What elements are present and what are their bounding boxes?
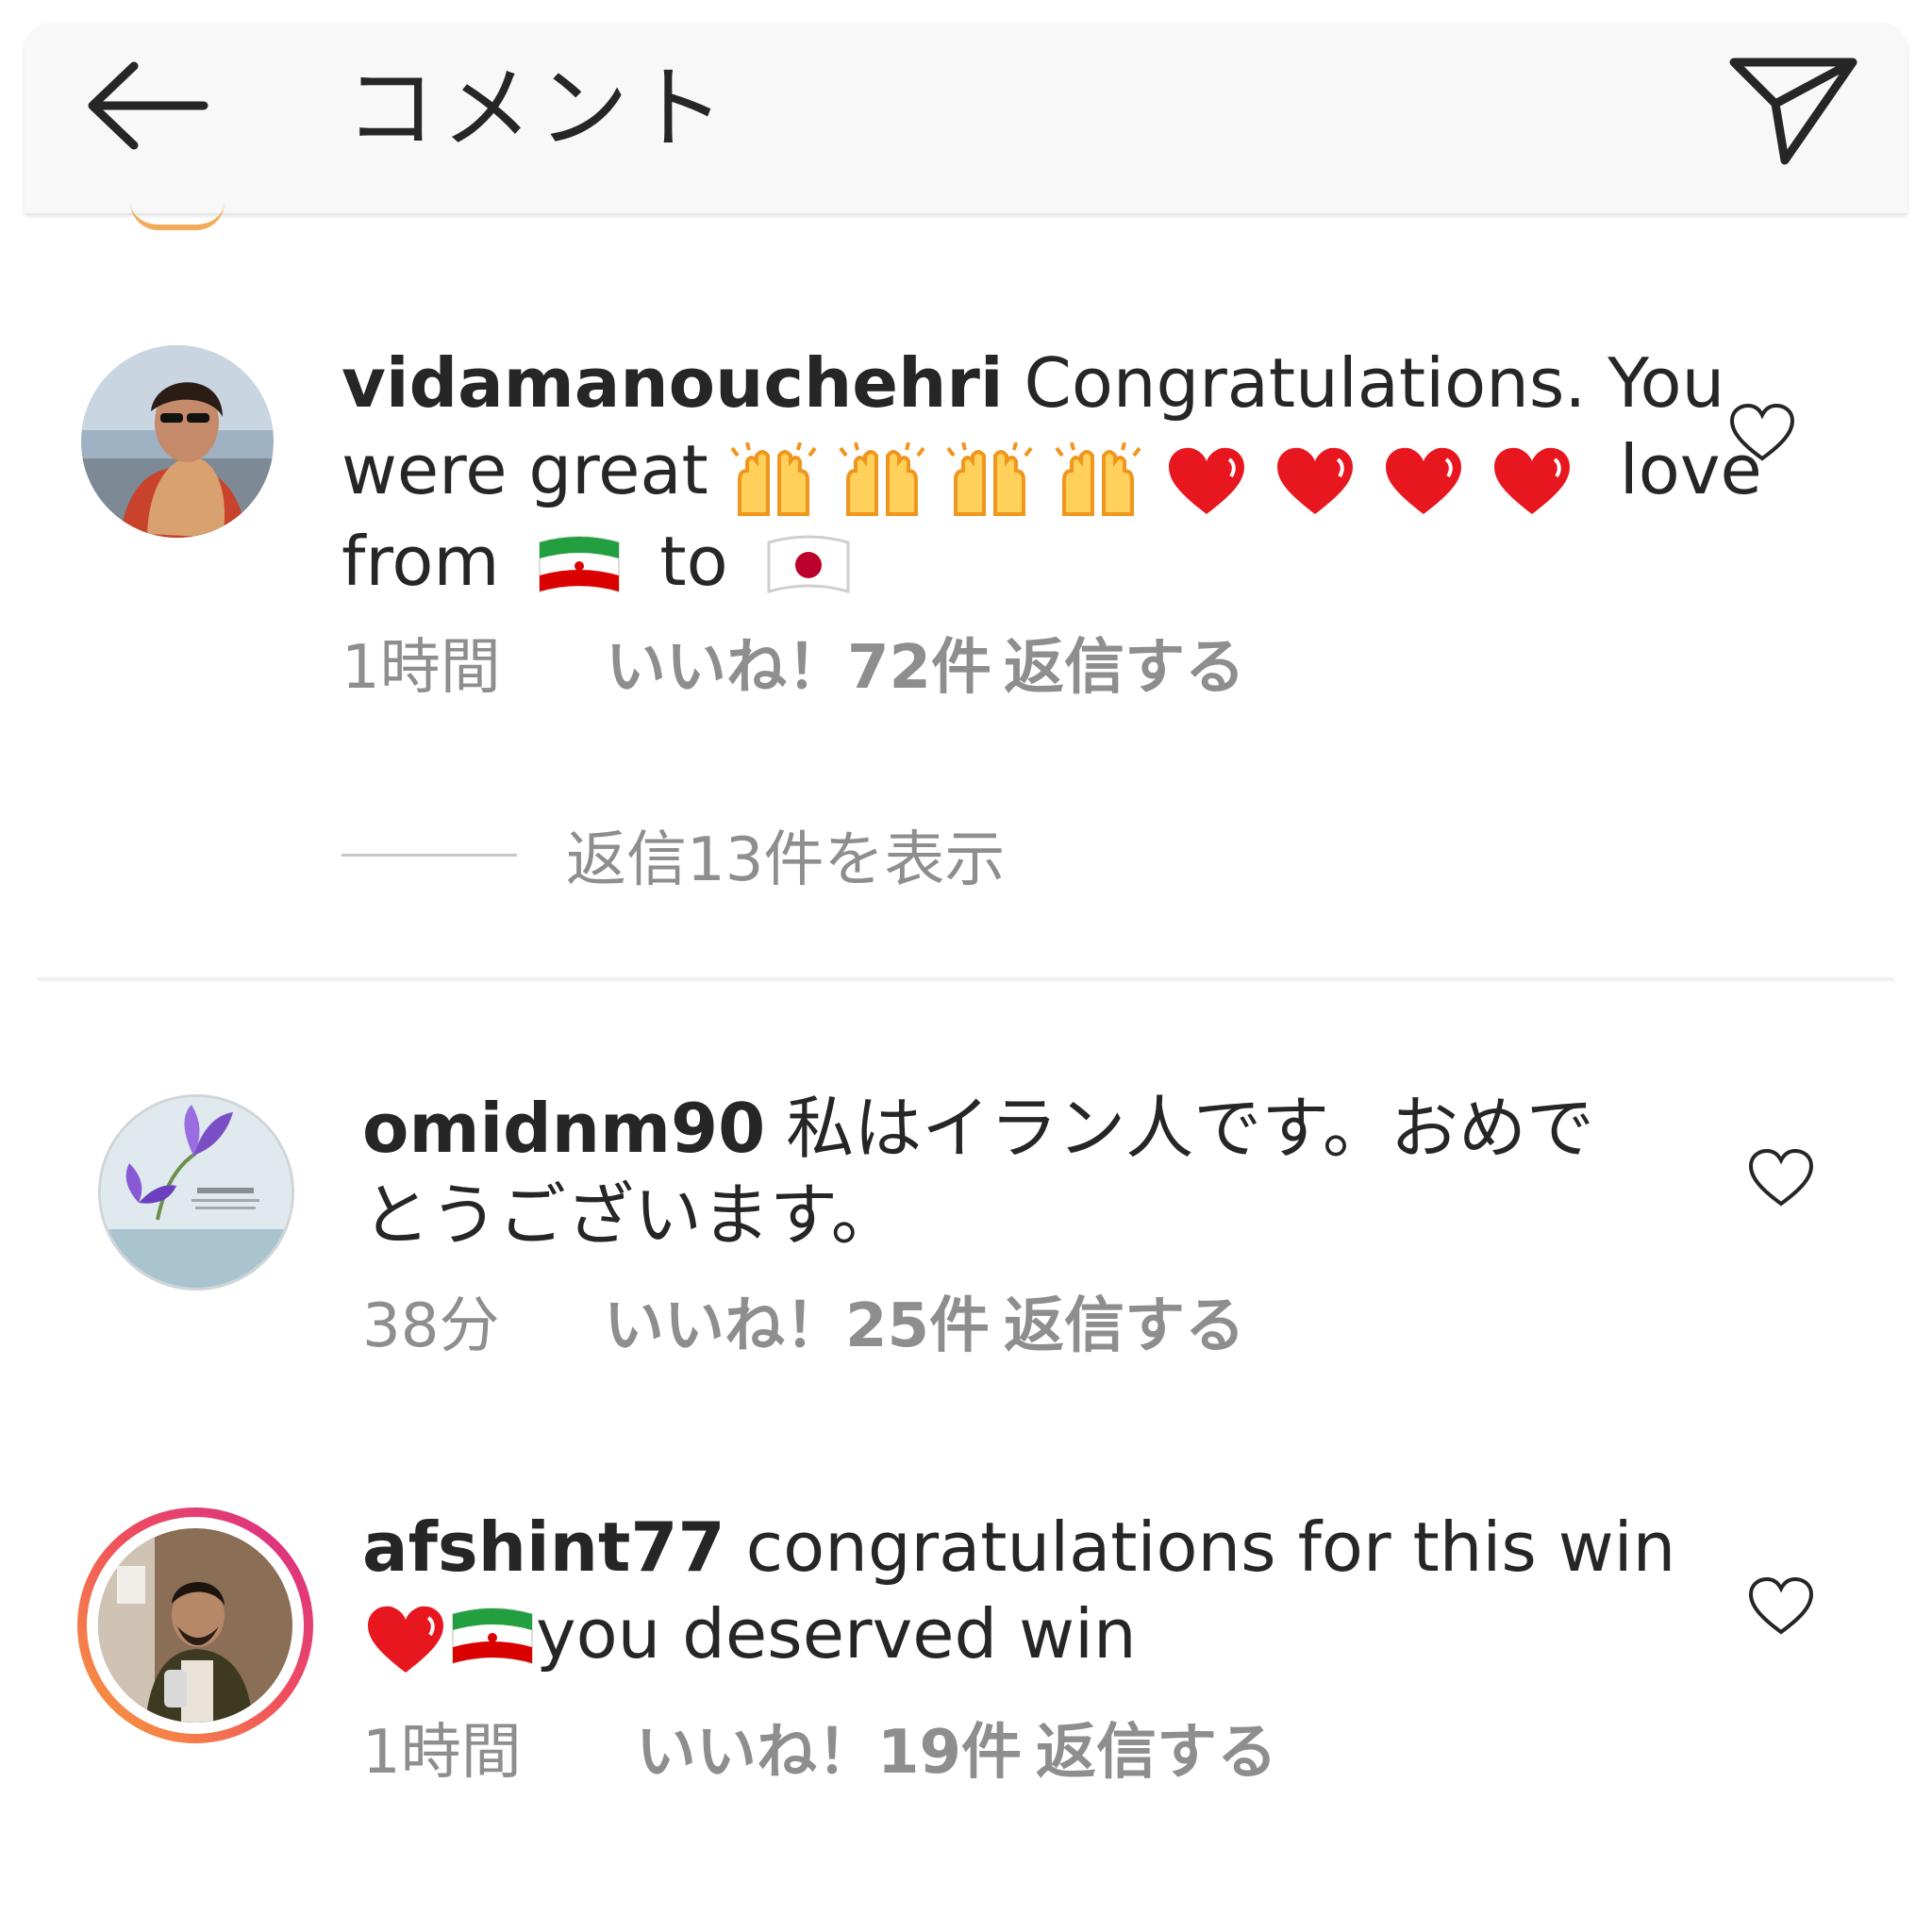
- arrow-left-icon[interactable]: [81, 58, 213, 153]
- avatar-photo: [81, 345, 274, 538]
- reply-button[interactable]: 返信する: [1004, 1289, 1245, 1364]
- paper-plane-icon[interactable]: [1723, 49, 1864, 172]
- replies-line: [341, 853, 517, 857]
- comment-timestamp: 38分: [362, 1291, 500, 1361]
- heart-outline-icon[interactable]: [1728, 402, 1796, 462]
- comment-meta: 1時間 いいね！19件 返信する: [362, 1715, 1277, 1790]
- emoji-group: [730, 431, 1575, 518]
- red-heart-icon: [1277, 447, 1354, 514]
- likes-count-link[interactable]: いいね！72件: [606, 630, 1004, 706]
- comment-text-line: from: [341, 522, 500, 602]
- raised-hands-icon: [838, 441, 925, 516]
- reply-button[interactable]: 返信する: [1004, 630, 1245, 706]
- red-heart-icon: [1169, 447, 1245, 514]
- comment-text-line: 私はイラン人です。おめで: [786, 1089, 1594, 1168]
- comment-text-line: Congratulations. You: [1024, 343, 1725, 423]
- comment-username[interactable]: omidnm90: [362, 1089, 765, 1168]
- red-heart-icon: [1386, 447, 1461, 514]
- partial-avatar: [130, 202, 225, 230]
- comment-body: vidamanouchehri Congratulations. You were…: [341, 340, 1762, 605]
- japan-flag-icon: [767, 535, 850, 593]
- iran-flag-icon: [452, 1607, 533, 1665]
- comment-text-line: were great: [341, 430, 708, 509]
- reply-button[interactable]: 返信する: [1036, 1715, 1277, 1790]
- red-heart-icon: [368, 1607, 443, 1674]
- comment-body: omidnm90 私はイラン人です。おめで とうございます。: [362, 1085, 1664, 1258]
- avatar-photo: [101, 1097, 291, 1288]
- avatar[interactable]: [98, 1094, 294, 1291]
- red-heart-icon: [1493, 447, 1570, 514]
- comments-screen: コメント vidamanouchehri Congratulations. You: [0, 0, 1932, 1932]
- likes-count-link[interactable]: いいね！25件: [604, 1289, 1004, 1364]
- view-replies-label: 返信13件を表示: [566, 825, 1006, 895]
- comment-text-line: congratulations for this win: [745, 1507, 1676, 1587]
- heart-outline-icon[interactable]: [1747, 1147, 1815, 1208]
- comment-text-line: to: [659, 522, 728, 602]
- comment-username[interactable]: vidamanouchehri: [341, 343, 1004, 423]
- iran-flag-icon: [539, 535, 621, 593]
- section-divider: [38, 977, 1894, 981]
- comment-username[interactable]: afshint77: [362, 1507, 725, 1587]
- top-app-bar: コメント: [25, 23, 1907, 213]
- avatar-photo: [98, 1528, 292, 1723]
- comment-meta: 38分 いいね！25件 返信する: [362, 1289, 1245, 1364]
- heart-outline-icon[interactable]: [1747, 1575, 1815, 1636]
- raised-hands-icon: [730, 441, 817, 516]
- avatar[interactable]: [81, 345, 274, 538]
- comment-meta: 1時間 いいね！72件 返信する: [341, 630, 1245, 706]
- comment-text-line: とうございます。: [362, 1175, 899, 1255]
- comment-text-line: you deserved win: [536, 1594, 1137, 1674]
- comment-timestamp: 1時間: [341, 633, 501, 703]
- raised-hands-icon: [1055, 441, 1141, 516]
- raised-hands-icon: [946, 441, 1034, 516]
- comment-body: afshint77 congratulations for this win yo…: [362, 1504, 1683, 1677]
- story-avatar[interactable]: [77, 1507, 313, 1743]
- view-replies-link[interactable]: 返信13件を表示: [341, 811, 1005, 898]
- comment-timestamp: 1時間: [362, 1718, 522, 1788]
- likes-count-link[interactable]: いいね！19件: [636, 1715, 1036, 1790]
- page-title: コメント: [345, 56, 730, 161]
